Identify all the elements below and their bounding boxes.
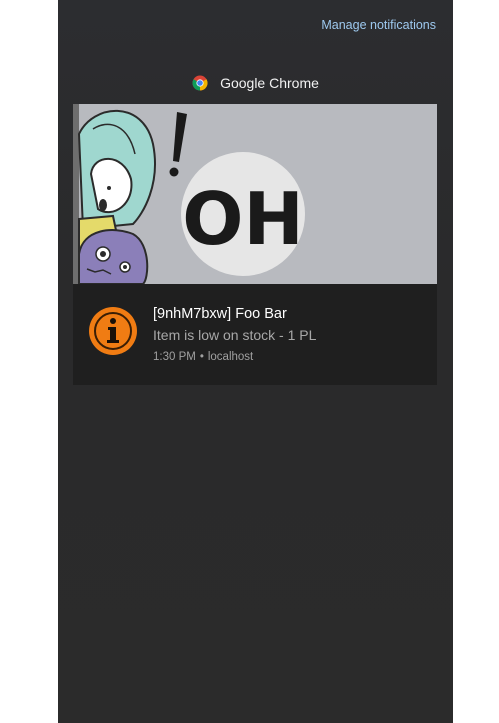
notification-title: [9nhM7bxw] Foo Bar	[153, 306, 287, 322]
notification-card[interactable]: OH [9nhM7bxw] Foo Bar Item is low on sto…	[73, 104, 437, 385]
info-icon	[89, 307, 137, 355]
notification-meta: 1:30 PM • localhost	[153, 351, 253, 363]
hero-text: OH	[182, 177, 303, 261]
app-group-header: Google Chrome	[58, 73, 453, 93]
page: Manage notifications Google Chrome OH [9…	[0, 0, 499, 723]
app-name: Google Chrome	[220, 75, 319, 91]
notification-source: localhost	[207, 351, 254, 363]
action-center-panel: Manage notifications Google Chrome OH [9…	[58, 0, 453, 723]
notification-body: [9nhM7bxw] Foo Bar Item is low on stock …	[73, 284, 437, 385]
chrome-icon	[192, 75, 208, 91]
comic-hero-image: OH	[73, 104, 437, 284]
notification-message: Item is low on stock - 1 PL	[153, 327, 317, 343]
manage-notifications-link[interactable]: Manage notifications	[321, 18, 436, 32]
notification-time: 1:30 PM	[153, 351, 196, 363]
meta-separator: •	[199, 351, 204, 363]
